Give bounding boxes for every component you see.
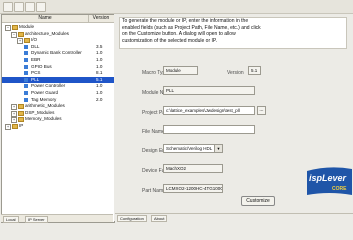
tree-row-label: IP <box>19 123 24 128</box>
instructions-line: customization of the selected module or … <box>122 37 217 44</box>
tree-row[interactable]: Dynamic Bank Controller 1.0 <box>2 50 114 56</box>
tree-row-label: Power Controller <box>31 83 66 89</box>
tree-row-label: Dynamic Bank Controller <box>31 50 82 56</box>
folder-icon <box>12 25 18 30</box>
design-entry-value: Schematic/Verilog HDL <box>166 146 213 151</box>
tab-ip-server[interactable]: IP Server <box>25 216 48 223</box>
new-icon[interactable] <box>3 2 13 12</box>
tree-row-label: PCS <box>31 70 41 76</box>
folder-icon <box>18 31 24 37</box>
tree-header: Name Version <box>2 15 114 23</box>
browse-button[interactable]: ... <box>257 106 266 115</box>
tree-row[interactable]: + IP <box>2 123 114 130</box>
settings-icon[interactable] <box>25 2 35 12</box>
tree-row[interactable]: + I/O <box>2 37 114 45</box>
folder-icon <box>12 124 18 129</box>
chevron-down-icon[interactable]: ▼ <box>214 145 222 152</box>
tree-row[interactable]: − Module <box>2 24 114 31</box>
tree-row-label: DSP_Modules <box>25 109 55 115</box>
project-path-input[interactable]: c:\lattice_examples\Jwdesign\test_pll <box>163 106 255 115</box>
tree-row-label: Tag Memory <box>31 96 57 102</box>
tree-row-label: Power Guard <box>31 90 59 95</box>
tree-row-version: 1.0 <box>96 83 103 89</box>
tab-local[interactable]: Local <box>3 216 19 223</box>
file-name-input[interactable] <box>163 125 255 134</box>
tree-row-version: 1.0 <box>96 90 103 95</box>
file-name-label: File Name <box>142 129 165 135</box>
module-name-field: PLL <box>163 86 255 95</box>
isplever-logo: ispLever CORE <box>307 167 352 195</box>
right-tab-strip: Configuration About <box>115 213 353 222</box>
tree-row-version: 2.0 <box>96 96 103 102</box>
tree-row[interactable]: Tag Memory 2.0 <box>2 97 114 103</box>
toolbar <box>0 0 353 14</box>
module-tree-panel: Name Version − Module − architecture_Module… <box>1 14 115 223</box>
design-entry-select[interactable]: Schematic/Verilog HDL ▼ <box>163 144 223 153</box>
tree-row-version: 1.0 <box>96 57 103 62</box>
tree-row-label: GPIO Bus <box>31 63 52 69</box>
open-icon[interactable] <box>14 2 24 12</box>
tree-row-label: Memory_Modules <box>25 116 62 122</box>
tree-row-label: EBR <box>31 57 41 62</box>
left-tab-strip: Local IP Server <box>1 214 113 223</box>
module-icon <box>24 77 28 82</box>
module-icon <box>24 97 28 102</box>
logo-subword: CORE <box>332 186 347 192</box>
tree-row-label: PLL <box>31 76 40 82</box>
tree-row-version: 8.1 <box>96 70 103 76</box>
tree-row[interactable]: + Memory_Modules <box>2 116 114 124</box>
device-family-field: MachXO2 <box>163 164 223 173</box>
tree-row-version: 1.0 <box>96 50 103 56</box>
folder-icon <box>18 117 24 123</box>
tree-row-label: I/O <box>31 37 38 43</box>
module-icon <box>24 84 28 89</box>
tree-row[interactable]: Power Guard 1.0 <box>2 90 114 96</box>
tree-row[interactable]: + DSP_Modules <box>2 109 114 117</box>
customize-button[interactable]: Customize <box>241 196 275 206</box>
tree-row[interactable]: + arithmetic_Modules <box>2 103 114 111</box>
tree-row[interactable]: GPIO Bus 1.0 <box>2 64 114 70</box>
part-name-field: LCMXO2-1200HC-4TG100C <box>163 184 223 193</box>
module-icon <box>24 58 28 62</box>
module-icon <box>24 71 28 76</box>
tree-row-version: 5.1 <box>96 76 103 82</box>
tree-row-label: DLL <box>31 43 40 49</box>
tree-row[interactable]: − architecture_Modules <box>2 30 114 38</box>
help-icon[interactable] <box>36 2 46 12</box>
tree-row[interactable]: PLL 5.1 <box>2 76 114 83</box>
tree-row[interactable]: EBR 1.0 <box>2 57 114 63</box>
tree-row-label: architecture_Modules <box>25 30 69 36</box>
folder-icon <box>24 38 30 44</box>
expand-icon[interactable]: + <box>5 124 11 130</box>
module-icon <box>24 64 28 69</box>
module-config-panel: To generate the module or IP, enter the … <box>114 14 353 222</box>
macro-type-field: Module <box>163 66 198 75</box>
tree-row[interactable]: PCS 8.1 <box>2 70 114 76</box>
tree-row-label: Module <box>19 24 35 29</box>
module-icon <box>24 51 28 56</box>
module-icon <box>24 44 28 49</box>
tree-row-label: arithmetic_Modules <box>25 103 65 109</box>
folder-icon <box>18 104 24 110</box>
tab-about[interactable]: About <box>151 215 168 222</box>
tree-row-version: 1.0 <box>96 63 103 69</box>
tree-row[interactable]: Power Controller 1.0 <box>2 83 114 89</box>
version-field: 5.1 <box>248 66 261 75</box>
tree-col-version[interactable]: Version <box>88 15 114 22</box>
tree-row[interactable]: DLL 3.5 <box>2 44 114 50</box>
logo-word: ispLever <box>309 173 347 183</box>
tree-col-name[interactable]: Name <box>2 15 89 22</box>
tab-configuration[interactable]: Configuration <box>117 215 147 222</box>
folder-icon <box>18 110 24 116</box>
instructions-box: To generate the module or IP, enter the … <box>119 17 347 49</box>
version-label: Version <box>227 70 244 76</box>
module-icon <box>24 91 28 95</box>
tree-row-version: 3.5 <box>96 43 103 49</box>
